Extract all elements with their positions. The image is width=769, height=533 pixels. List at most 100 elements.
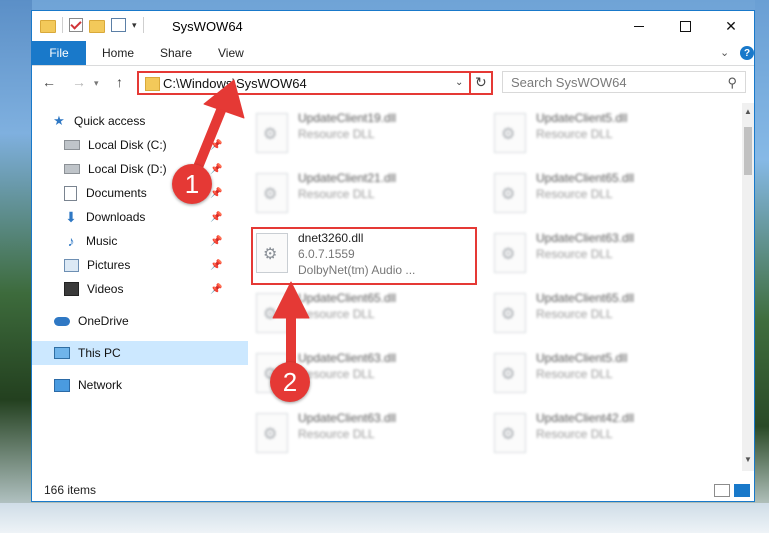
vertical-scrollbar[interactable]: ▲ ▼: [742, 103, 754, 471]
properties-check-icon[interactable]: [69, 18, 83, 32]
forward-arrow-icon[interactable]: →: [72, 74, 86, 90]
pin-icon: 📌: [210, 139, 223, 151]
sidebar-item-label: Downloads: [86, 210, 146, 224]
sidebar-item-music[interactable]: ♪ Music 📌: [32, 229, 260, 253]
network-icon: [54, 378, 70, 392]
dll-file-icon: [494, 113, 526, 153]
status-bar: 166 items: [32, 477, 754, 501]
dll-file-icon: [494, 293, 526, 333]
dll-file-icon: [256, 173, 288, 213]
file-name: UpdateClient5.dll: [536, 111, 628, 125]
sidebar-item-network[interactable]: Network: [32, 373, 250, 397]
sidebar-item-this-pc[interactable]: This PC: [32, 341, 250, 365]
dll-file-icon: [256, 113, 288, 153]
sidebar-item-label: Quick access: [74, 114, 146, 128]
file-name: UpdateClient63.dll: [298, 351, 397, 365]
expand-ribbon-icon[interactable]: ⌄: [720, 46, 729, 59]
search-input[interactable]: Search SysWOW64 ⚲: [502, 71, 746, 93]
pin-icon: 📌: [210, 163, 223, 175]
file-description: Resource DLL: [536, 367, 613, 381]
sidebar-item-videos[interactable]: Videos 📌: [32, 277, 260, 301]
customize-icon[interactable]: [111, 18, 126, 32]
cloud-icon: [54, 316, 70, 326]
tab-view[interactable]: View: [218, 41, 244, 65]
file-description: Resource DLL: [298, 307, 375, 321]
refresh-icon[interactable]: ↻: [475, 74, 487, 91]
file-item[interactable]: UpdateClient63.dll Resource DLL: [490, 227, 716, 281]
file-item[interactable]: UpdateClient5.dll Resource DLL: [490, 107, 716, 161]
file-item[interactable]: UpdateClient63.dll Resource DLL: [252, 407, 478, 461]
item-count: 166 items: [44, 483, 97, 497]
file-name: UpdateClient42.dll: [536, 411, 635, 425]
file-item[interactable]: UpdateClient65.dll Resource DLL: [490, 287, 716, 341]
address-path[interactable]: C:\Windows\SysWOW64: [163, 76, 307, 91]
documents-icon: [64, 185, 77, 201]
search-icon: ⚲: [727, 75, 737, 90]
file-name: UpdateClient65.dll: [298, 291, 397, 305]
file-highlight-box: [251, 227, 477, 285]
star-icon: ★: [53, 113, 65, 128]
file-item[interactable]: UpdateClient65.dll Resource DLL: [252, 287, 478, 341]
chevron-down-icon[interactable]: ⌄: [455, 77, 463, 88]
details-view-icon[interactable]: [714, 484, 730, 497]
file-description: Resource DLL: [536, 127, 613, 141]
file-description: Resource DLL: [298, 427, 375, 441]
close-icon: ✕: [725, 17, 737, 34]
dll-file-icon: [494, 353, 526, 393]
minimize-button[interactable]: [616, 11, 662, 41]
file-item[interactable]: UpdateClient65.dll Resource DLL: [490, 167, 716, 221]
file-description: Resource DLL: [536, 307, 613, 321]
tab-home[interactable]: Home: [102, 41, 134, 65]
sidebar-item-local-disk-c[interactable]: Local Disk (C:) 📌: [32, 133, 260, 157]
qat-dropdown-icon[interactable]: ▾: [132, 20, 137, 31]
sidebar-item-documents[interactable]: Documents 📌: [32, 181, 260, 205]
desktop-background-right: [755, 0, 769, 533]
step-1-badge: 1: [172, 164, 212, 204]
maximize-button[interactable]: [662, 11, 708, 41]
large-icons-view-icon[interactable]: [734, 484, 750, 497]
file-item[interactable]: UpdateClient19.dll Resource DLL: [252, 107, 478, 161]
file-item[interactable]: UpdateClient5.dll Resource DLL: [490, 347, 716, 401]
maximize-icon: [679, 20, 691, 32]
file-item[interactable]: UpdateClient21.dll Resource DLL: [252, 167, 478, 221]
dll-file-icon: [494, 413, 526, 453]
pin-icon: 📌: [210, 259, 223, 271]
music-icon: ♪: [67, 233, 75, 249]
search-placeholder: Search SysWOW64: [511, 75, 627, 90]
tab-share[interactable]: Share: [160, 41, 192, 65]
address-bar[interactable]: C:\Windows\SysWOW64 ⌄ ↻: [137, 71, 493, 95]
scrollbar-thumb[interactable]: [744, 127, 752, 175]
close-button[interactable]: ✕: [708, 11, 754, 41]
drive-icon: [64, 140, 80, 150]
tab-file[interactable]: File: [32, 41, 86, 65]
ribbon-tabs: File Home Share View ⌄ ?: [32, 41, 754, 66]
sidebar-item-local-disk-d[interactable]: Local Disk (D:) 📌: [32, 157, 260, 181]
sidebar-item-pictures[interactable]: Pictures 📌: [32, 253, 260, 277]
file-name: UpdateClient65.dll: [536, 171, 635, 185]
new-folder-icon[interactable]: [89, 19, 105, 33]
up-arrow-icon[interactable]: ↑: [116, 74, 123, 90]
sidebar-item-quick-access[interactable]: ★ Quick access: [32, 109, 248, 133]
sidebar-item-downloads[interactable]: ⬇ Downloads 📌: [32, 205, 260, 229]
quick-access-toolbar: ▾: [40, 17, 144, 33]
computer-icon: [54, 347, 70, 359]
folder-icon: [145, 77, 160, 91]
file-description: Resource DLL: [536, 247, 613, 261]
dll-file-icon: [494, 173, 526, 213]
file-name: UpdateClient21.dll: [298, 171, 397, 185]
sidebar-item-label: Videos: [87, 282, 124, 296]
download-icon: ⬇: [65, 208, 77, 225]
scroll-up-icon[interactable]: ▲: [744, 107, 752, 116]
video-icon: [64, 282, 79, 296]
back-arrow-icon[interactable]: ←: [42, 74, 56, 90]
desktop-background-left: [0, 0, 32, 533]
recent-locations-icon[interactable]: ▾: [94, 78, 99, 89]
folder-icon[interactable]: [40, 19, 56, 33]
file-item[interactable]: UpdateClient42.dll Resource DLL: [490, 407, 716, 461]
pin-icon: 📌: [210, 283, 223, 295]
sidebar-item-onedrive[interactable]: OneDrive: [32, 309, 250, 333]
sidebar-item-label: Network: [78, 378, 123, 392]
dll-file-icon: [494, 233, 526, 273]
help-icon[interactable]: ?: [740, 46, 754, 60]
scroll-down-icon[interactable]: ▼: [744, 455, 752, 464]
